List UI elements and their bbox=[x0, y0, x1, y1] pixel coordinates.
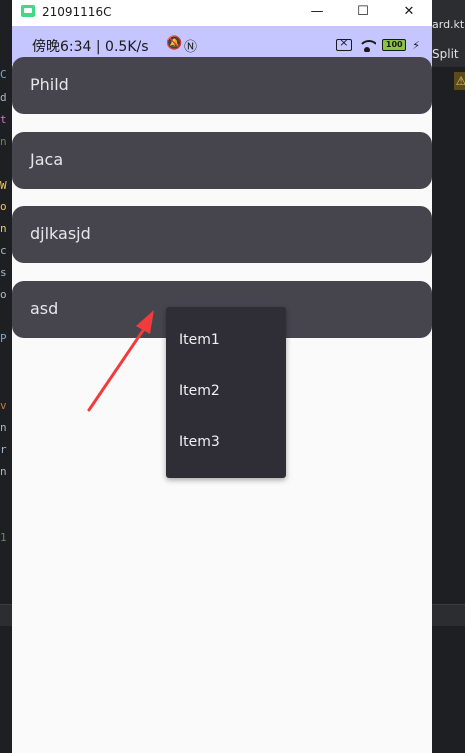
ide-tab-area: ard.kt Split bbox=[432, 0, 465, 67]
emulator-window: 21091116C — ☐ ✕ 傍晚6:34 | 0.5K/s 🔕 Ⓝ 100 … bbox=[12, 0, 432, 753]
ide-file-tab[interactable]: ard.kt bbox=[432, 18, 464, 31]
ide-editor-left-edge: C d t n W o n c s o P v n r n 1 bbox=[0, 0, 12, 753]
ide-editor-right-edge: ard.kt Split ⚠ bbox=[432, 0, 465, 753]
annotation-arrow bbox=[87, 310, 154, 412]
warning-icon[interactable]: ⚠ bbox=[454, 72, 465, 90]
ide-split-button[interactable]: Split bbox=[432, 47, 459, 61]
desktop: C d t n W o n c s o P v n r n 1 ard.kt S… bbox=[0, 0, 465, 753]
